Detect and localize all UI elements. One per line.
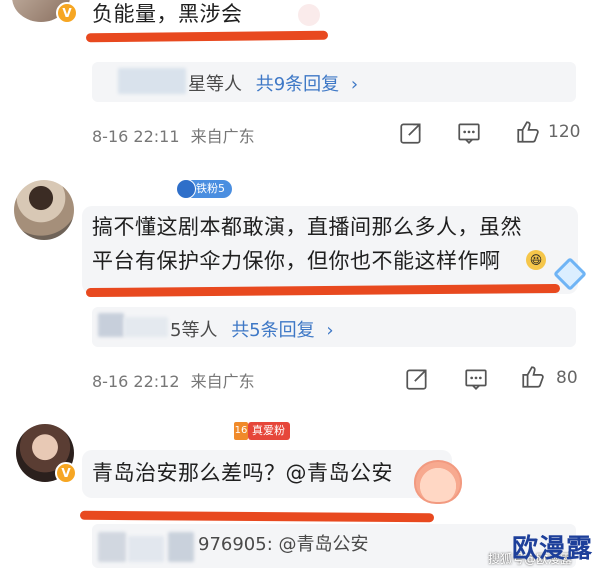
comment-text-content: 青岛治安那么差吗？@青岛公安 bbox=[92, 461, 393, 485]
blurred-username bbox=[98, 532, 126, 562]
blurred-username bbox=[124, 317, 168, 337]
replies-prefix: 5等人 bbox=[170, 320, 218, 341]
like-count: 80 bbox=[556, 368, 578, 388]
comment-text: 负能量，黑涉会 bbox=[92, 2, 243, 26]
replies-count-link[interactable]: 共9条回复 bbox=[256, 74, 339, 95]
comment-location: 来自广东 bbox=[190, 127, 255, 146]
comment-meta: 8-16 22:12 来自广东 bbox=[92, 368, 255, 392]
comment-time: 8-16 22:11 bbox=[92, 127, 180, 146]
v-badge-icon: V bbox=[56, 2, 78, 24]
chevron-right-icon: › bbox=[350, 74, 359, 95]
like-icon[interactable] bbox=[515, 119, 541, 145]
share-icon[interactable] bbox=[398, 120, 424, 146]
reply-preview[interactable]: 976905: @青岛公安 bbox=[198, 530, 369, 556]
blurred-username bbox=[128, 536, 164, 562]
heart-icon bbox=[176, 179, 196, 199]
fan-badge-label: 铁粉5 bbox=[196, 182, 225, 195]
watermark-logo: 欧漫露 bbox=[512, 534, 594, 564]
blurred-username bbox=[118, 68, 186, 94]
chevron-right-icon: › bbox=[326, 320, 334, 341]
comment-text-line2: 平台有保护伞力保你，但你也不能这样作啊 bbox=[92, 249, 501, 273]
replies-summary[interactable]: 5等人 共5条回复 › bbox=[170, 316, 334, 342]
comment-location: 来自广东 bbox=[190, 372, 255, 391]
comment-text: 青岛治安那么差吗？@青岛公安 bbox=[92, 456, 393, 490]
comment-icon[interactable] bbox=[456, 120, 482, 146]
share-icon[interactable] bbox=[404, 366, 430, 392]
replies-summary[interactable]: 星等人 共9条回复 › bbox=[188, 70, 358, 96]
highlight-underline bbox=[79, 510, 435, 523]
peach-sticker-icon bbox=[414, 460, 462, 504]
v-badge-icon: V bbox=[55, 462, 77, 484]
sticker-icon bbox=[298, 4, 320, 26]
highlight-underline bbox=[85, 30, 329, 43]
like-icon[interactable] bbox=[520, 364, 546, 390]
comment-text-line1: 搞不懂这剧本都敢演，直播间那么多人，虽然 bbox=[92, 215, 522, 239]
comment-time: 8-16 22:12 bbox=[92, 372, 180, 391]
smile-emoji-icon: 😆 bbox=[526, 250, 546, 270]
love-fan-badge: 真爱粉 bbox=[248, 422, 290, 440]
blurred-username bbox=[168, 532, 194, 562]
comment-meta: 8-16 22:11 来自广东 bbox=[92, 123, 255, 147]
replies-count-link[interactable]: 共5条回复 bbox=[231, 320, 314, 341]
avatar[interactable] bbox=[14, 180, 74, 240]
fan-badge-icon: 16 bbox=[234, 422, 248, 440]
love-fan-badge-label: 真爱粉 bbox=[252, 424, 285, 437]
like-count: 120 bbox=[548, 122, 581, 142]
replies-prefix: 星等人 bbox=[188, 74, 242, 95]
blurred-username bbox=[98, 313, 124, 337]
comment-icon[interactable] bbox=[463, 366, 489, 392]
